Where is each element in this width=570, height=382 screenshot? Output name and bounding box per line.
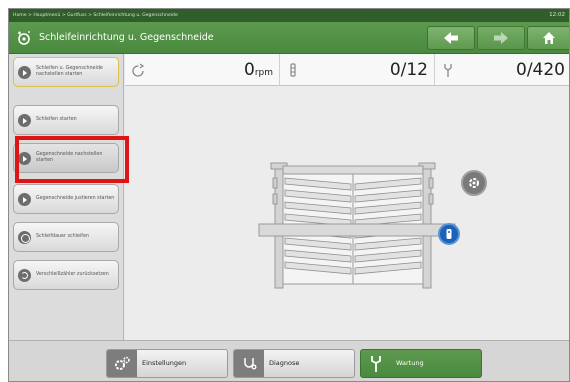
stethoscope-icon <box>234 350 264 377</box>
counter-bar: 0rpm 0/12 0/420 <box>125 54 569 86</box>
home-button[interactable] <box>527 26 569 50</box>
sensor-icon <box>446 229 452 239</box>
cycle-value: 0/12 <box>389 60 428 80</box>
page-title: Schleifeinrichtung u. Gegenschneide <box>39 32 214 43</box>
sidebar-item-label: Verschleißzähler zurücksetzen <box>36 272 109 277</box>
sidebar-item-grinding-duration[interactable]: Schleifdauer schleifen <box>13 222 119 252</box>
diagnosis-label: Diagnose <box>269 359 300 367</box>
rotation-icon <box>132 63 145 77</box>
play-icon <box>18 114 31 127</box>
maintenance-label: Wartung <box>396 359 424 367</box>
arrow-left-icon <box>444 32 458 44</box>
bottom-bar: Einstellungen Diagnose Wartung <box>9 340 569 381</box>
gears-icon <box>107 350 137 377</box>
sidebar-item-label: Schleifen u. Gegenschneide nachstellen s… <box>36 66 103 77</box>
breadcrumb-text: Home > Hauptmenü > Gurtfuss > Schleifein… <box>13 13 178 18</box>
wrench-icon <box>361 350 391 377</box>
gear-icon <box>469 178 479 188</box>
home-icon <box>543 32 555 44</box>
title-bar: Schleifeinrichtung u. Gegenschneide <box>9 22 569 54</box>
rpm-value: 0 <box>243 60 255 80</box>
action-sidebar: Schleifen u. Gegenschneide nachstellen s… <box>9 54 124 340</box>
sidebar-item-label: Schleifdauer schleifen <box>36 234 89 239</box>
clock: 12:02 <box>549 12 565 18</box>
rpm-counter: 0rpm <box>125 54 280 86</box>
grinding-unit-diagram <box>258 162 456 289</box>
sidebar-item-reset-wear-counter[interactable]: Verschleißzähler zurücksetzen <box>13 260 119 290</box>
sidebar-item-justify-counter-knife[interactable]: Gegenschneide justieren starten <box>13 184 119 214</box>
arrow-right-icon <box>494 32 508 44</box>
diagnosis-button[interactable]: Diagnose <box>233 349 355 378</box>
sidebar-item-grind-and-adjust[interactable]: Schleifen u. Gegenschneide nachstellen s… <box>13 57 119 87</box>
forward-button[interactable] <box>477 26 525 50</box>
knife-icon <box>290 63 296 77</box>
machine-view <box>125 86 569 340</box>
rpm-unit: rpm <box>254 68 273 78</box>
breadcrumb: Home > Hauptmenü > Gurtfuss > Schleifein… <box>9 9 569 22</box>
play-icon <box>18 193 31 206</box>
highlight-box <box>15 136 129 183</box>
cycle-counter: 0/12 <box>280 54 435 86</box>
disc-icon <box>18 231 31 244</box>
grinder-icon <box>18 31 30 45</box>
maintenance-button[interactable]: Wartung <box>360 349 482 378</box>
total-counter: 0/420 <box>435 54 569 86</box>
sidebar-item-label: Schleifen starten <box>36 117 77 122</box>
play-icon <box>18 66 31 79</box>
grinder-settings-button[interactable] <box>461 170 487 196</box>
settings-button[interactable]: Einstellungen <box>106 349 228 378</box>
settings-label: Einstellungen <box>142 359 187 367</box>
wrench-icon <box>444 64 452 77</box>
sidebar-item-label: Gegenschneide justieren starten <box>36 196 115 201</box>
total-value: 0/420 <box>516 60 565 80</box>
app-window: Home > Hauptmenü > Gurtfuss > Schleifein… <box>8 8 570 382</box>
reset-icon <box>18 269 31 282</box>
sidebar-item-start-grinding[interactable]: Schleifen starten <box>13 105 119 135</box>
back-button[interactable] <box>427 26 475 50</box>
sensor-info-button[interactable] <box>438 223 460 245</box>
